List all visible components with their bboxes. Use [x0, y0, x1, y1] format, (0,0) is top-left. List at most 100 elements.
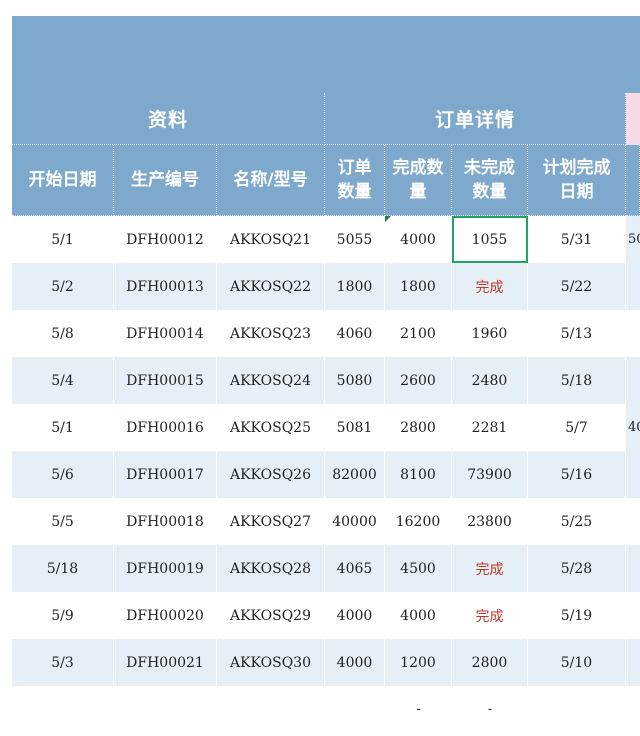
- cell-extra[interactable]: 40: [626, 404, 640, 451]
- cell-code[interactable]: DFH00015: [114, 357, 217, 404]
- cell-plan[interactable]: 5/25: [528, 498, 626, 545]
- cell-remain[interactable]: 2480: [452, 357, 528, 404]
- cell-model[interactable]: AKKOSQ30: [217, 639, 325, 686]
- column-header-done[interactable]: 完成数量: [385, 145, 452, 216]
- cell-qty[interactable]: 4060: [325, 310, 385, 357]
- column-header-start[interactable]: 开始日期: [12, 145, 114, 216]
- cell-start[interactable]: 5/9: [12, 592, 114, 639]
- column-header-extra[interactable]: [626, 145, 640, 216]
- cell-done[interactable]: 16200: [385, 498, 452, 545]
- cell-extra[interactable]: [626, 357, 640, 404]
- comment-indicator-icon: [385, 216, 391, 222]
- cell-plan[interactable]: 5/22: [528, 263, 626, 310]
- cell-remain[interactable]: 2281: [452, 404, 528, 451]
- cell-start[interactable]: 5/3: [12, 639, 114, 686]
- cell-extra[interactable]: [626, 545, 640, 592]
- cell-start[interactable]: 5/1: [12, 216, 114, 263]
- cell-qty[interactable]: 82000: [325, 451, 385, 498]
- cell-start[interactable]: 5/5: [12, 498, 114, 545]
- cell-qty[interactable]: 5081: [325, 404, 385, 451]
- cell-done[interactable]: 2600: [385, 357, 452, 404]
- cell-qty[interactable]: 1800: [325, 263, 385, 310]
- cell-code[interactable]: DFH00014: [114, 310, 217, 357]
- cell-remain[interactable]: 23800: [452, 498, 528, 545]
- cell-done[interactable]: 4000: [385, 216, 452, 263]
- column-header-remain[interactable]: 未完成 数量: [452, 145, 528, 216]
- cell-start[interactable]: 5/8: [12, 310, 114, 357]
- cell-remain[interactable]: 完成: [452, 545, 528, 592]
- group-header-hidden[interactable]: [626, 93, 640, 145]
- cell-qty[interactable]: 5080: [325, 357, 385, 404]
- cell-code[interactable]: DFH00012: [114, 216, 217, 263]
- cell-code[interactable]: DFH00021: [114, 639, 217, 686]
- cell-model[interactable]: AKKOSQ23: [217, 310, 325, 357]
- column-header-code[interactable]: 生产编号: [114, 145, 217, 216]
- cell-extra[interactable]: [626, 310, 640, 357]
- cell-done[interactable]: 2100: [385, 310, 452, 357]
- cell-qty[interactable]: 4065: [325, 545, 385, 592]
- cell-code[interactable]: DFH00016: [114, 404, 217, 451]
- cell-code[interactable]: DFH00018: [114, 498, 217, 545]
- cell-code[interactable]: DFH00019: [114, 545, 217, 592]
- group-header-info[interactable]: 资料: [12, 93, 325, 145]
- cell-plan[interactable]: 5/31: [528, 216, 626, 263]
- trailing-remain-dash[interactable]: -: [452, 686, 528, 733]
- cell-plan[interactable]: 5/18: [528, 357, 626, 404]
- cell-extra[interactable]: [626, 592, 640, 639]
- cell-remain[interactable]: 73900: [452, 451, 528, 498]
- cell-plan[interactable]: 5/28: [528, 545, 626, 592]
- cell-remain[interactable]: 1960: [452, 310, 528, 357]
- column-header-line1: 订单: [337, 158, 372, 178]
- cell-plan[interactable]: 5/16: [528, 451, 626, 498]
- cell-start[interactable]: 5/1: [12, 404, 114, 451]
- cell-model[interactable]: AKKOSQ21: [217, 216, 325, 263]
- column-header-qty[interactable]: 订单 数量: [325, 145, 385, 216]
- cell-extra[interactable]: [626, 451, 640, 498]
- cell-qty[interactable]: 4000: [325, 639, 385, 686]
- cell-extra[interactable]: [626, 263, 640, 310]
- cell-qty[interactable]: 40000: [325, 498, 385, 545]
- cell-model[interactable]: AKKOSQ28: [217, 545, 325, 592]
- cell-model[interactable]: AKKOSQ25: [217, 404, 325, 451]
- spreadsheet[interactable]: 资料 订单详情 开始日期 生产编号 名称/型号 订单 数量 完成数量未完成 数量 计划完成 日期 5/…: [0, 0, 640, 736]
- cell-done[interactable]: 2800: [385, 404, 452, 451]
- cell-model[interactable]: AKKOSQ27: [217, 498, 325, 545]
- cell-extra[interactable]: 50: [626, 216, 640, 263]
- cell-remain[interactable]: 1055: [452, 216, 528, 263]
- cell-qty[interactable]: 4000: [325, 592, 385, 639]
- column-header-line1: 未完成: [464, 158, 515, 178]
- cell-code[interactable]: DFH00013: [114, 263, 217, 310]
- cell-model[interactable]: AKKOSQ24: [217, 357, 325, 404]
- cell-remain[interactable]: 完成: [452, 592, 528, 639]
- cell-extra[interactable]: [626, 639, 640, 686]
- cell-plan[interactable]: 5/13: [528, 310, 626, 357]
- column-header-line1: 计划完成: [542, 158, 611, 178]
- cell-remain[interactable]: 2800: [452, 639, 528, 686]
- cell-plan[interactable]: 5/10: [528, 639, 626, 686]
- column-header-plan[interactable]: 计划完成 日期: [528, 145, 626, 216]
- cell-start[interactable]: 5/6: [12, 451, 114, 498]
- column-header-line1: 开始日期: [28, 170, 97, 190]
- cell-qty[interactable]: 5055: [325, 216, 385, 263]
- cell-code[interactable]: DFH00020: [114, 592, 217, 639]
- cell-done[interactable]: 4000: [385, 592, 452, 639]
- group-header-order-details[interactable]: 订单详情: [325, 93, 626, 145]
- cell-model[interactable]: AKKOSQ29: [217, 592, 325, 639]
- cell-remain[interactable]: 完成: [452, 263, 528, 310]
- cell-start[interactable]: 5/18: [12, 545, 114, 592]
- cell-plan[interactable]: 5/7: [528, 404, 626, 451]
- cell-done[interactable]: 4500: [385, 545, 452, 592]
- cell-done[interactable]: 1800: [385, 263, 452, 310]
- cell-start[interactable]: 5/4: [12, 357, 114, 404]
- cell-done[interactable]: 1200: [385, 639, 452, 686]
- cell-done[interactable]: 8100: [385, 451, 452, 498]
- column-header-model[interactable]: 名称/型号: [217, 145, 325, 216]
- cell-model[interactable]: AKKOSQ22: [217, 263, 325, 310]
- cell-plan[interactable]: 5/19: [528, 592, 626, 639]
- column-header-line2: 日期: [559, 182, 594, 202]
- cell-start[interactable]: 5/2: [12, 263, 114, 310]
- trailing-done-dash[interactable]: -: [385, 686, 452, 733]
- cell-model[interactable]: AKKOSQ26: [217, 451, 325, 498]
- cell-code[interactable]: DFH00017: [114, 451, 217, 498]
- cell-extra[interactable]: [626, 498, 640, 545]
